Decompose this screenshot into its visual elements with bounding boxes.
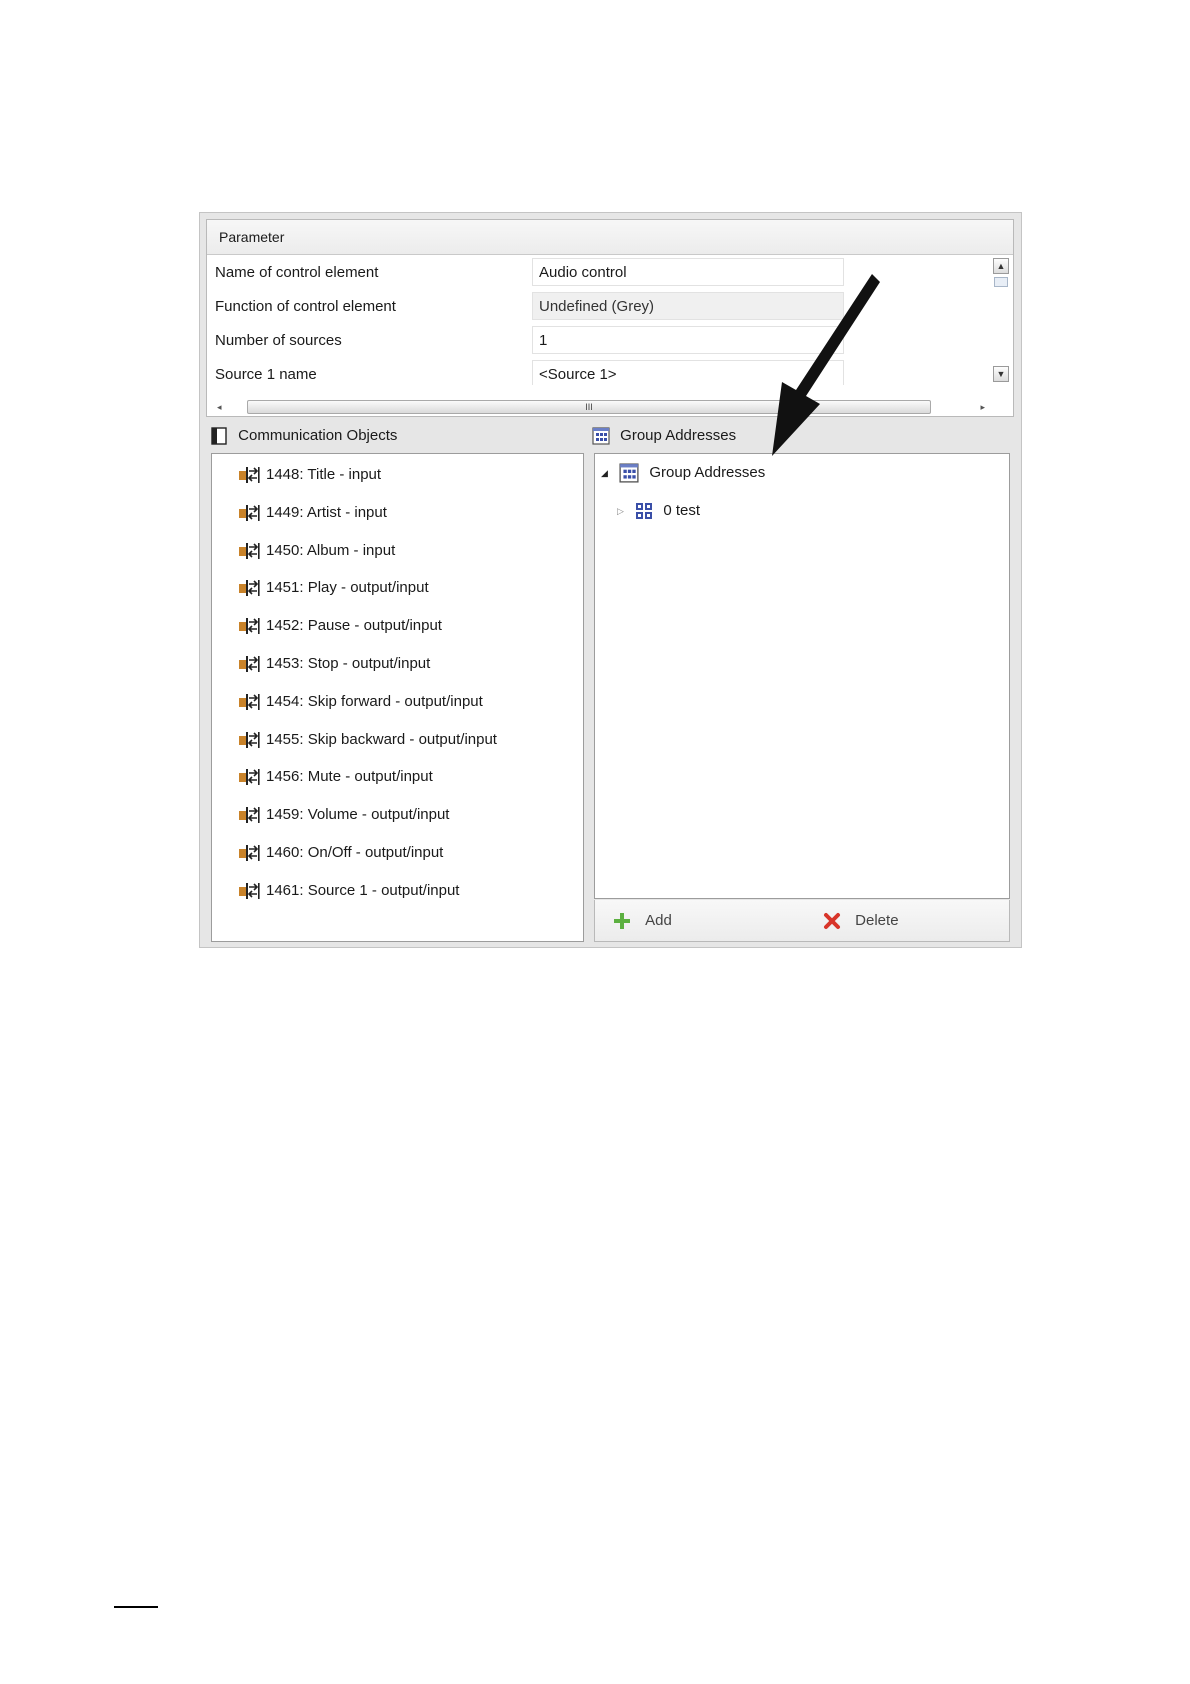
annotation-arrow-icon <box>772 274 880 456</box>
communication-object-icon <box>239 504 260 521</box>
list-item-label: 1448: Title - input <box>266 466 382 484</box>
list-item-label: 1450: Album - input <box>266 541 396 559</box>
list-item-label: 1451: Play - output/input <box>266 579 429 597</box>
scroll-left-icon[interactable]: ◂ <box>217 400 222 414</box>
main-group-icon <box>636 503 653 520</box>
vertical-scrollbar[interactable]: ▲ ▼ <box>993 258 1009 388</box>
collapsed-arrow-icon[interactable]: ▷ <box>617 498 631 524</box>
param-label: Source 1 name <box>215 366 317 383</box>
group-addresses-toolbar: Add Delete <box>594 900 1010 942</box>
tree-node-0-test[interactable]: ▷ 0 test <box>617 498 700 524</box>
group-addresses-icon <box>592 427 610 445</box>
param-label: Function of control element <box>215 298 396 315</box>
scroll-down-icon[interactable]: ▼ <box>993 366 1009 382</box>
panel-title-text: Group Addresses <box>620 427 737 445</box>
list-item[interactable]: 1453: Stop - output/input <box>238 649 430 679</box>
footer-rule <box>114 1606 158 1608</box>
communication-object-icon <box>239 467 260 484</box>
communication-object-icon <box>239 693 260 710</box>
communication-object-icon <box>239 807 260 824</box>
tree-node-root[interactable]: ◢ Group Addresses <box>601 460 765 486</box>
list-item[interactable]: 1452: Pause - output/input <box>238 611 442 641</box>
communication-object-icon <box>239 656 260 673</box>
communication-object-icon <box>239 769 260 786</box>
list-item[interactable]: 1450: Album - input <box>238 536 395 566</box>
scroll-up-icon[interactable]: ▲ <box>993 258 1009 274</box>
list-item-label: 1453: Stop - output/input <box>266 655 431 673</box>
list-item[interactable]: 1456: Mute - output/input <box>238 762 433 792</box>
tree-node-label: Group Addresses <box>649 464 766 482</box>
scroll-right-icon[interactable]: ▸ <box>980 400 985 414</box>
list-item[interactable]: 1461: Source 1 - output/input <box>238 876 459 906</box>
communication-object-icon <box>239 580 260 597</box>
list-item-label: 1459: Volume - output/input <box>266 806 450 824</box>
communication-object-icon <box>239 731 260 748</box>
list-item[interactable]: 1454: Skip forward - output/input <box>238 687 483 717</box>
communication-object-icon <box>239 845 260 862</box>
list-item[interactable]: 1460: On/Off - output/input <box>238 838 443 868</box>
expanded-arrow-icon[interactable]: ◢ <box>601 460 615 486</box>
list-item-label: 1460: On/Off - output/input <box>266 844 444 862</box>
communication-objects-title: Communication Objects <box>210 421 397 451</box>
ets-dialog-screenshot: Parameter Name of control element Audio … <box>199 212 1022 948</box>
group-addresses-icon <box>619 463 639 483</box>
tree-node-label: 0 test <box>663 502 701 520</box>
add-button-label: Add <box>645 912 672 930</box>
list-item-label: 1454: Skip forward - output/input <box>266 692 483 710</box>
communication-object-icon <box>239 542 260 559</box>
scroll-thumb[interactable] <box>994 277 1008 287</box>
list-item-label: 1449: Artist - input <box>266 503 387 521</box>
group-addresses-title: Group Addresses <box>592 421 736 451</box>
delete-button[interactable]: Delete <box>823 910 899 932</box>
list-item[interactable]: 1451: Play - output/input <box>238 573 429 603</box>
list-item-label: 1452: Pause - output/input <box>266 617 442 635</box>
group-addresses-tree: ◢ Group Addresses ▷ 0 test <box>594 453 1010 899</box>
add-button[interactable]: Add <box>613 910 672 932</box>
communication-objects-icon <box>211 427 227 445</box>
communication-object-icon <box>239 618 260 635</box>
param-label: Number of sources <box>215 332 342 349</box>
panel-title-text: Communication Objects <box>238 427 398 445</box>
communication-object-icon <box>239 882 260 899</box>
list-item-label: 1461: Source 1 - output/input <box>266 881 460 899</box>
communication-objects-list: 1448: Title - input 1449: Artist - input 1… <box>211 453 584 942</box>
list-item[interactable]: 1455: Skip backward - output/input <box>238 725 497 755</box>
delete-x-icon <box>824 913 840 930</box>
parameter-header: Parameter <box>207 220 1013 255</box>
list-item[interactable]: 1448: Title - input <box>238 460 381 490</box>
parameter-panel: Parameter Name of control element Audio … <box>206 219 1014 417</box>
delete-button-label: Delete <box>855 912 899 930</box>
list-item-label: 1456: Mute - output/input <box>266 768 433 786</box>
param-label: Name of control element <box>215 264 379 281</box>
list-item[interactable]: 1459: Volume - output/input <box>238 800 449 830</box>
list-item-label: 1455: Skip backward - output/input <box>266 730 497 748</box>
plus-icon <box>614 913 630 930</box>
list-item[interactable]: 1449: Artist - input <box>238 498 387 528</box>
